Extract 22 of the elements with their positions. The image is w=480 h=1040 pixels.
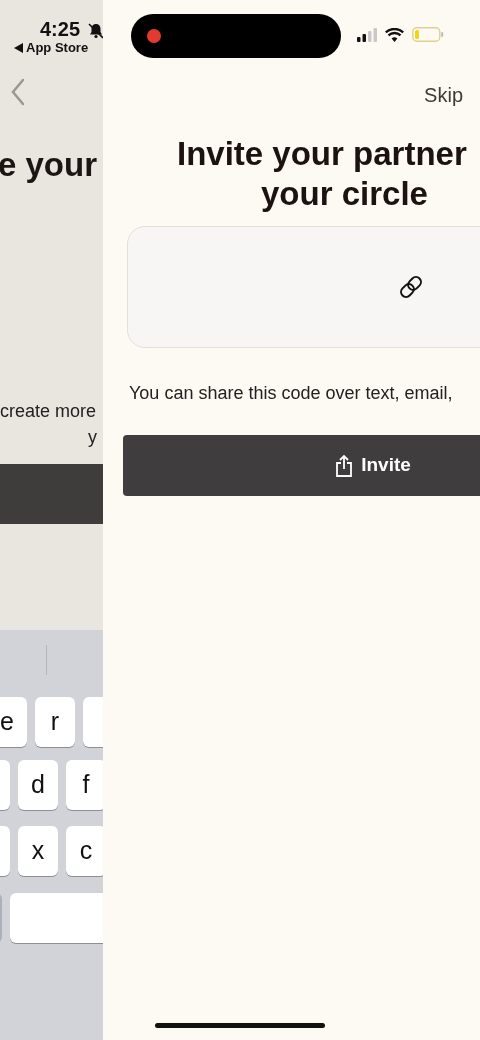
screen-title: your circle [261, 174, 428, 214]
keyboard-key[interactable]: c [66, 826, 103, 876]
primary-button[interactable] [0, 464, 103, 524]
keyboard-key[interactable]: x [18, 826, 58, 876]
back-button[interactable] [10, 78, 26, 106]
space-key[interactable] [10, 893, 103, 943]
keyboard-key[interactable]: d [18, 760, 58, 810]
keyboard-key[interactable]: r [35, 697, 75, 747]
back-triangle-icon [14, 42, 23, 53]
keyboard-key[interactable]: e [0, 697, 27, 747]
body-text: y [88, 426, 97, 449]
hint-text: You can share this code over text, email, [129, 382, 453, 405]
screen-title: Invite your partner [177, 134, 467, 174]
screen-title: e your [0, 145, 98, 185]
skip-button[interactable]: Skip [424, 80, 463, 110]
invite-button[interactable]: Invite [123, 435, 480, 496]
share-icon [335, 453, 354, 478]
body-text: create more [0, 400, 97, 423]
battery-icon [412, 27, 444, 42]
signal-icon [357, 27, 377, 42]
wifi-icon [385, 27, 404, 42]
keyboard-key[interactable]: f [66, 760, 103, 810]
